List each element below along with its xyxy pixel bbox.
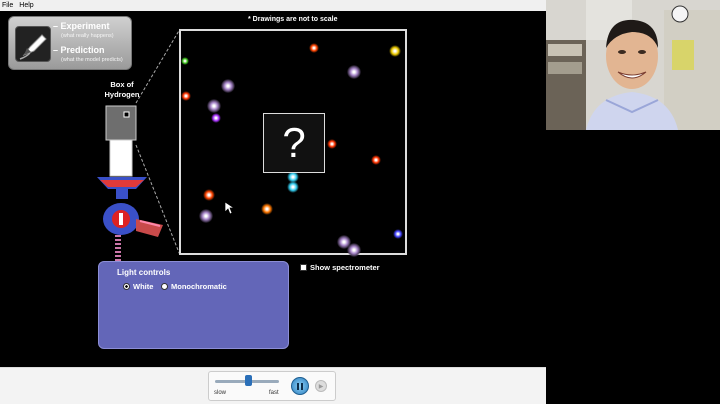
step-button[interactable]: ▶ xyxy=(315,380,327,392)
cursor-icon xyxy=(224,201,234,215)
step-icon: ▶ xyxy=(318,383,324,390)
webcam-video xyxy=(546,0,720,130)
menu-file[interactable]: File xyxy=(2,2,13,9)
simulation-canvas: – Experiment (what really happens) – Pre… xyxy=(0,11,546,367)
menu-bar: File Help xyxy=(0,0,546,11)
side-panel xyxy=(546,130,720,404)
white-light-radio[interactable]: White xyxy=(123,282,153,291)
fast-label: fast xyxy=(269,390,279,396)
clock-controls: slow fast ▶ xyxy=(208,371,336,401)
slow-label: slow xyxy=(214,390,227,396)
menu-help[interactable]: Help xyxy=(19,2,33,9)
light-controls-panel: Light controls White Monochromatic xyxy=(98,261,289,349)
pause-icon xyxy=(297,382,299,390)
speed-slider-thumb[interactable] xyxy=(245,375,252,386)
hydrogen-view: ? xyxy=(179,29,407,257)
light-controls-title: Light controls xyxy=(117,268,171,277)
pause-button[interactable] xyxy=(291,377,309,395)
monochromatic-light-radio[interactable]: Monochromatic xyxy=(161,282,227,291)
hydrogen-box xyxy=(105,105,137,141)
unknown-model-box: ? xyxy=(263,113,325,173)
bottom-bar: slow fast ▶ xyxy=(0,367,546,404)
show-spectrometer-checkbox[interactable]: Show spectrometer xyxy=(300,263,380,272)
